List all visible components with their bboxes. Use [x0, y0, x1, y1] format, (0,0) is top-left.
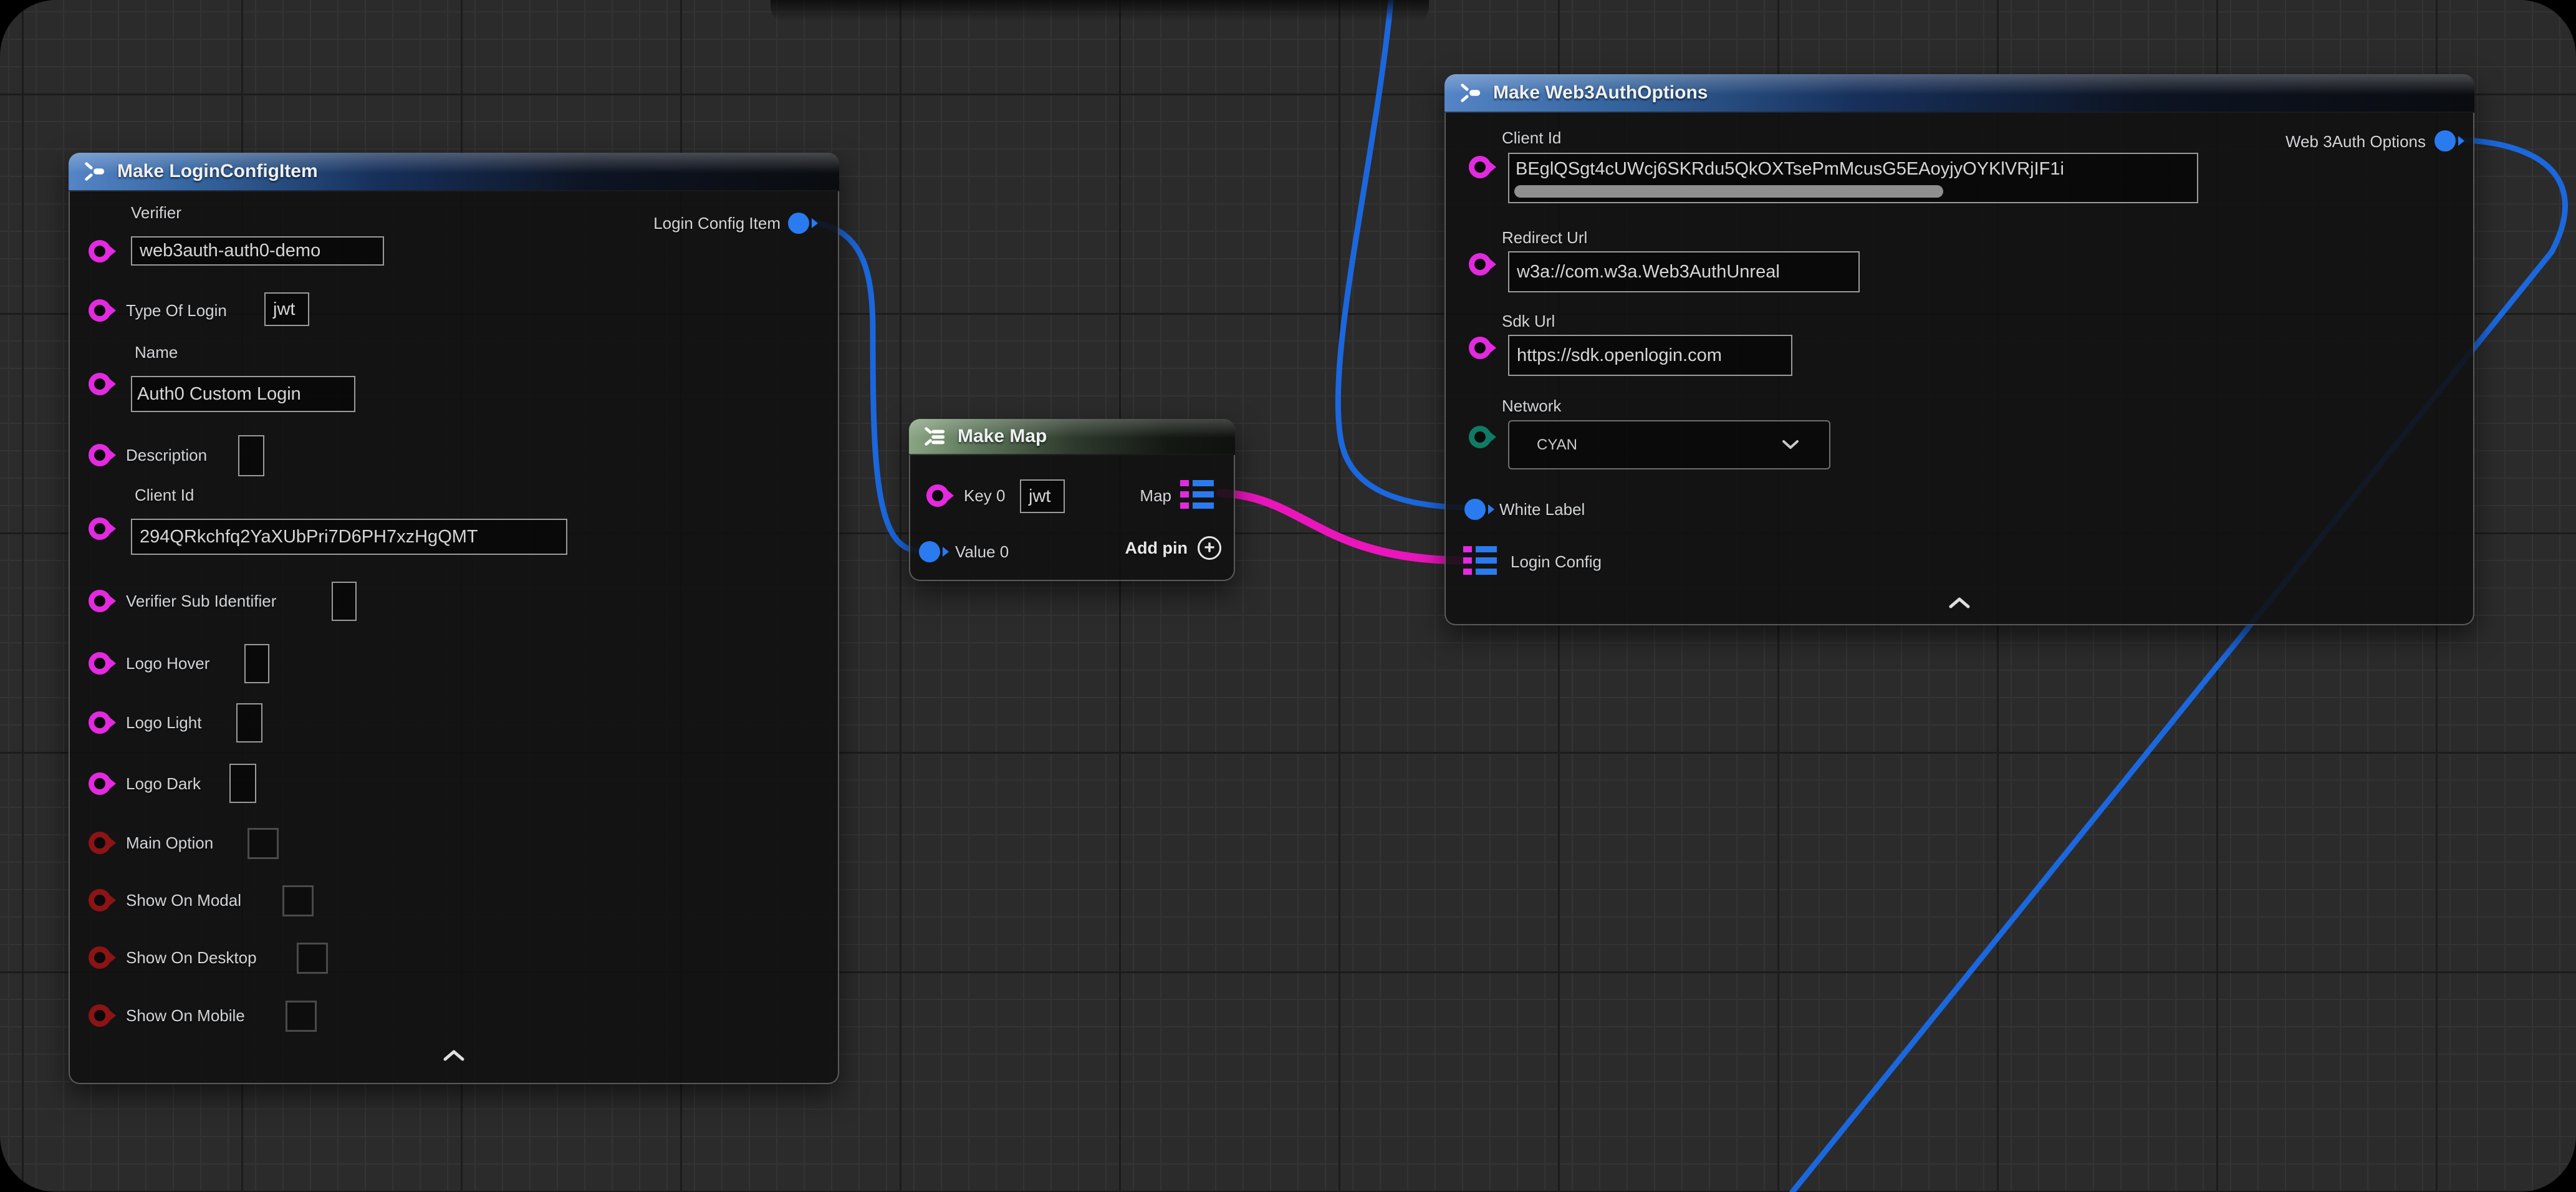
- pin-show-on-desktop[interactable]: [89, 946, 111, 969]
- redirect-url-input[interactable]: w3a://com.w3a.Web3AuthUnreal: [1508, 251, 1860, 292]
- pin-label: Show On Modal: [126, 890, 241, 910]
- pin-show-on-mobile[interactable]: [89, 1004, 111, 1027]
- add-pin-label: Add pin: [1125, 539, 1188, 558]
- make-struct-icon: [81, 160, 107, 183]
- collapse-node-button[interactable]: [443, 1049, 465, 1062]
- main-option-checkbox[interactable]: [248, 828, 279, 859]
- pin-logo-dark[interactable]: [89, 772, 111, 795]
- add-pin-button[interactable]: Add pin +: [1125, 536, 1221, 560]
- show-on-desktop-checkbox[interactable]: [297, 943, 328, 974]
- node-title: Make LoginConfigItem: [117, 161, 318, 182]
- name-input[interactable]: Auth0 Custom Login: [131, 376, 355, 412]
- pin-label: Verifier: [131, 203, 181, 223]
- pin-login-config[interactable]: [1463, 546, 1499, 575]
- node-title: Make Map: [958, 426, 1047, 447]
- output-pin-label: Login Config Item: [653, 213, 781, 233]
- client-id-value: BEglQSgt4cUWcj6SKRdu5QkOXTsePmMcusG5EAoy…: [1516, 159, 2064, 179]
- logo-light-input[interactable]: [236, 703, 262, 743]
- pin-sdk-url[interactable]: [1469, 337, 1491, 359]
- verifier-sub-identifier-input[interactable]: [332, 582, 357, 621]
- show-on-modal-checkbox[interactable]: [282, 885, 314, 916]
- key-0-input[interactable]: jwt: [1020, 479, 1065, 513]
- pin-label: Logo Dark: [126, 774, 201, 794]
- pin-show-on-modal[interactable]: [89, 889, 111, 911]
- show-on-mobile-checkbox[interactable]: [286, 1001, 317, 1032]
- pin-white-label[interactable]: [1464, 499, 1486, 520]
- node-header[interactable]: Make Map: [909, 419, 1235, 455]
- pin-main-option[interactable]: [89, 832, 111, 854]
- client-id-input[interactable]: BEglQSgt4cUWcj6SKRdu5QkOXTsePmMcusG5EAoy…: [1508, 153, 2198, 203]
- logo-hover-input[interactable]: [244, 644, 269, 683]
- node-header[interactable]: Make Web3AuthOptions: [1444, 74, 2474, 113]
- collapse-node-button[interactable]: [1948, 597, 1971, 609]
- pin-description[interactable]: [89, 444, 111, 466]
- pin-value-0[interactable]: [919, 541, 940, 562]
- pin-label: Show On Mobile: [126, 1006, 245, 1026]
- pin-verifier[interactable]: [89, 240, 111, 262]
- blueprint-editor-screenshot: Make LoginConfigItem Login Config Item V…: [0, 0, 2576, 1192]
- node-title: Make Web3AuthOptions: [1493, 82, 1708, 103]
- pin-label: Client Id: [135, 485, 194, 505]
- blueprint-canvas[interactable]: Make LoginConfigItem Login Config Item V…: [0, 0, 2576, 1192]
- verifier-input[interactable]: web3auth-auth0-demo: [131, 236, 384, 266]
- pin-label: Key 0: [964, 486, 1006, 506]
- pin-redirect-url[interactable]: [1469, 253, 1491, 276]
- offscreen-node-bottom-edge[interactable]: [771, 0, 1429, 21]
- type-of-login-input[interactable]: jwt: [264, 292, 309, 326]
- node-make-map[interactable]: Make Map Key 0 jwt Map Value 0: [909, 419, 1235, 581]
- node-header[interactable]: Make LoginConfigItem: [69, 153, 839, 191]
- pin-logo-hover[interactable]: [89, 652, 111, 675]
- pin-type-of-login[interactable]: [89, 299, 111, 322]
- pin-key-0[interactable]: [926, 484, 949, 507]
- pin-label: Redirect Url: [1502, 228, 1587, 248]
- pin-logo-light[interactable]: [89, 711, 111, 734]
- pin-label: Sdk Url: [1502, 311, 1555, 331]
- node-make-web3authoptions[interactable]: Make Web3AuthOptions Web 3Auth Options C…: [1444, 74, 2474, 625]
- pin-label: Network: [1502, 396, 1561, 416]
- output-pin-label: Web 3Auth Options: [2285, 132, 2426, 151]
- output-pin-label: Map: [1140, 486, 1171, 506]
- pin-label: Login Config: [1511, 552, 1602, 572]
- pin-label: Value 0: [955, 542, 1009, 562]
- network-dropdown[interactable]: CYAN: [1508, 420, 1830, 469]
- pin-network[interactable]: [1469, 426, 1491, 448]
- chevron-down-icon: [1782, 436, 1799, 454]
- node-make-loginconfigitem[interactable]: Make LoginConfigItem Login Config Item V…: [69, 153, 839, 1084]
- output-pin-map[interactable]: [1180, 480, 1216, 509]
- pin-label: Name: [135, 342, 178, 362]
- pin-label: Logo Hover: [126, 653, 209, 673]
- pin-label: Logo Light: [126, 713, 201, 733]
- sdk-url-input[interactable]: https://sdk.openlogin.com: [1508, 335, 1792, 376]
- description-input[interactable]: [238, 435, 264, 476]
- pin-label: Main Option: [126, 833, 213, 853]
- pin-label: White Label: [1499, 499, 1585, 519]
- output-pin-web3auth-options[interactable]: [2434, 130, 2456, 151]
- add-pin-plus-icon: +: [1198, 536, 1221, 560]
- pin-client-id[interactable]: [89, 517, 111, 540]
- logo-dark-input[interactable]: [229, 764, 256, 803]
- client-id-scrollbar[interactable]: [1514, 185, 1943, 198]
- pin-verifier-sub-identifier[interactable]: [89, 590, 111, 612]
- client-id-input[interactable]: 294QRkchfq2YaXUbPri7D6PH7xzHgQMT: [131, 519, 567, 555]
- pin-label: Show On Desktop: [126, 948, 257, 968]
- pin-label: Client Id: [1502, 128, 1561, 148]
- output-pin-login-config-item[interactable]: [788, 213, 809, 234]
- pin-label: Type Of Login: [126, 300, 227, 320]
- pin-name[interactable]: [89, 373, 111, 395]
- pin-client-id[interactable]: [1469, 156, 1491, 178]
- pin-label: Description: [126, 445, 207, 465]
- make-map-icon: [921, 425, 948, 448]
- make-struct-icon: [1457, 81, 1483, 105]
- network-selected-value: CYAN: [1537, 436, 1577, 454]
- pin-label: Verifier Sub Identifier: [126, 591, 276, 611]
